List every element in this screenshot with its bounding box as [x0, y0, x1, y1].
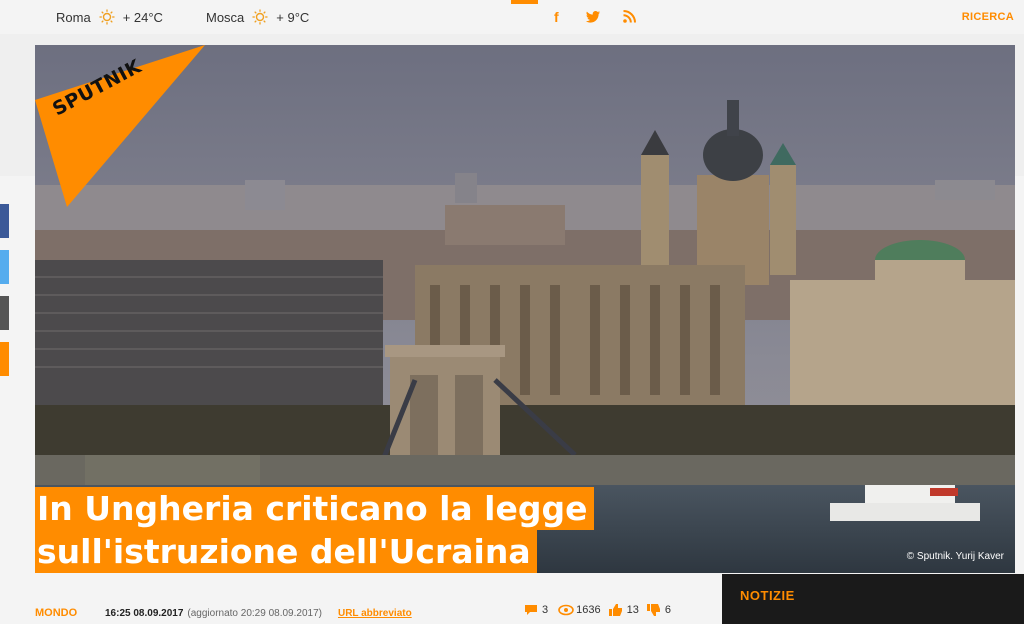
sun-icon — [99, 9, 115, 25]
headline-line-2: sull'istruzione dell'Ucraina — [35, 530, 537, 573]
updated-date: (aggiornato 20:29 08.09.2017) — [187, 607, 322, 619]
short-url-link[interactable]: URL abbreviato — [338, 608, 412, 619]
news-sidebar-title: NOTIZIE — [740, 588, 795, 603]
comments-count: 3 — [542, 604, 549, 616]
eye-icon — [558, 604, 574, 616]
facebook-icon[interactable]: f — [554, 9, 559, 25]
weather-rome: Roma + 24°C — [56, 9, 163, 25]
active-tab-indicator — [511, 0, 538, 4]
thumbs-up-icon[interactable] — [608, 604, 623, 616]
photo-credit: © Sputnik. Yurij Kaver — [906, 551, 1004, 562]
thumbs-down-icon[interactable] — [646, 604, 661, 616]
news-sidebar-header[interactable]: NOTIZIE — [722, 574, 1024, 624]
comment-icon[interactable] — [524, 604, 538, 616]
likes-count: 13 — [626, 604, 639, 616]
twitter-share-button[interactable] — [0, 250, 9, 284]
views-count: 1636 — [576, 604, 601, 616]
sun-icon — [252, 9, 268, 25]
weather-temp: + 9°C — [276, 9, 310, 25]
facebook-share-button[interactable] — [0, 204, 9, 238]
article-headline: In Ungheria criticano la legge sull'istr… — [35, 487, 594, 573]
weather-moscow: Mosca + 9°C — [206, 9, 309, 25]
section-link[interactable]: MONDO — [35, 607, 105, 619]
more-share-button[interactable] — [0, 342, 9, 376]
article-stats: 3 1636 13 6 — [524, 604, 671, 616]
dislikes-count: 6 — [664, 604, 671, 616]
rss-icon[interactable] — [623, 10, 636, 26]
top-bar: Roma + 24°C Mosca + 9°C f RICERCA — [0, 0, 1024, 34]
weather-city: Mosca — [206, 9, 245, 25]
weather-temp: + 24°C — [122, 9, 163, 25]
headline-line-1: In Ungheria criticano la legge — [35, 487, 594, 530]
publish-date: 16:25 08.09.2017 — [105, 607, 184, 619]
twitter-icon[interactable] — [586, 10, 600, 26]
search-link[interactable]: RICERCA — [962, 11, 1014, 23]
weather-city: Roma — [56, 9, 91, 25]
share-button[interactable] — [0, 296, 9, 330]
